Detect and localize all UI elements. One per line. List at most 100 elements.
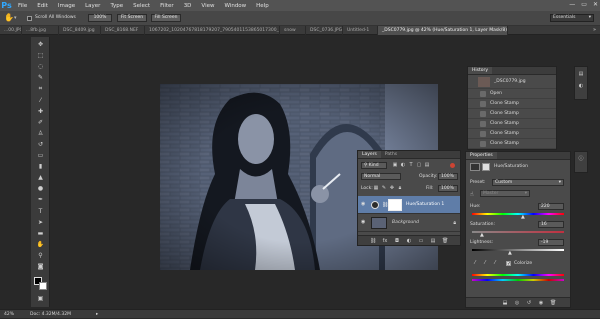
visibility-eye-icon[interactable]: ◉ — [361, 220, 366, 225]
hue-slider-track[interactable] — [472, 213, 564, 215]
brush-tool-icon[interactable]: ✐ — [36, 119, 45, 126]
eyedropper-tool-icon[interactable]: ⁄ — [36, 97, 45, 104]
fill-screen-button[interactable]: Fill Screen — [151, 14, 181, 22]
history-brush-tool-icon[interactable]: ↺ — [36, 141, 45, 148]
saturation-slider-thumb[interactable]: ▲ — [480, 232, 484, 238]
lightness-slider-thumb[interactable]: ▲ — [508, 250, 512, 256]
menu-select[interactable]: Select — [128, 3, 155, 9]
filter-type-icon[interactable]: T — [408, 162, 414, 168]
pen-tool-icon[interactable]: ✒ — [36, 196, 45, 203]
tab-paths[interactable]: Paths — [381, 151, 401, 158]
doc-tab[interactable]: snow — [280, 26, 306, 35]
layer-row[interactable]: ◉ ⛓ Hue/Saturation 1 — [358, 196, 460, 214]
marquee-tool-icon[interactable]: ⬚ — [36, 52, 45, 59]
menu-3d[interactable]: 3D — [179, 3, 197, 9]
mask-properties-icon[interactable] — [482, 163, 490, 171]
fx-icon[interactable]: fx — [382, 238, 388, 244]
doc-tab[interactable]: ...8fb.jpg — [22, 26, 59, 35]
reset-icon[interactable]: ↺ — [526, 300, 532, 306]
type-tool-icon[interactable]: T — [36, 208, 45, 215]
blur-tool-icon[interactable]: ▲ — [36, 174, 45, 181]
lock-all-icon[interactable]: 🔒︎ — [397, 185, 403, 191]
opacity-field[interactable]: 100% — [438, 173, 458, 180]
doc-tab[interactable]: DSC_0736.JPG — [306, 26, 343, 35]
doc-tab[interactable]: ...00.JPG — [0, 26, 22, 35]
link-icon[interactable]: ⛓ — [370, 238, 376, 244]
background-color-swatch[interactable] — [39, 282, 47, 290]
eyedropper-minus-icon[interactable]: ⁄ — [492, 260, 498, 266]
history-item[interactable]: Clone Stamp — [468, 129, 556, 139]
history-snapshot[interactable]: _DSC0779.jpg — [468, 75, 556, 89]
lightness-slider-track[interactable] — [472, 249, 564, 251]
zoom-tool-icon[interactable]: ⚲ — [36, 252, 45, 259]
move-tool-icon[interactable]: ✥ — [36, 41, 45, 48]
folder-icon[interactable]: ▭ — [418, 238, 424, 244]
history-item[interactable]: Clone Stamp — [468, 109, 556, 119]
lasso-tool-icon[interactable]: ◌ — [36, 63, 45, 70]
filter-pixel-icon[interactable]: ▣ — [392, 162, 398, 168]
doc-tab[interactable]: DSC_8409.jpg — [59, 26, 101, 35]
view-previous-icon[interactable]: ◎ — [514, 300, 520, 306]
history-item[interactable]: Clone Stamp — [468, 119, 556, 129]
history-item[interactable]: Clone Stamp — [468, 99, 556, 109]
maximize-icon[interactable]: ▭ — [581, 1, 587, 8]
layer-filter-select[interactable]: ⚲ Kind — [361, 162, 387, 169]
quick-select-tool-icon[interactable]: ✎ — [36, 74, 45, 81]
menu-filter[interactable]: Filter — [155, 3, 179, 9]
tabs-overflow-icon[interactable]: » — [593, 26, 596, 35]
screen-mode-icon[interactable]: ▣ — [36, 295, 45, 302]
new-layer-icon[interactable]: ▤ — [430, 238, 436, 244]
layer-row[interactable]: ◉ Background 🔒︎ — [358, 214, 460, 232]
info-panel-icon[interactable]: ⓘ — [578, 156, 584, 162]
trash-icon[interactable]: 🗑︎ — [550, 300, 556, 306]
lock-position-icon[interactable]: ✥ — [389, 185, 395, 191]
blend-mode-select[interactable]: Normal — [361, 173, 401, 180]
menu-layer[interactable]: Layer — [80, 3, 105, 9]
history-item[interactable]: Clone Stamp — [468, 139, 556, 149]
fill-field[interactable]: 100% — [438, 185, 458, 192]
doc-tab[interactable]: DSC_8168.NEF — [101, 26, 145, 35]
lock-image-icon[interactable]: ✎ — [381, 185, 387, 191]
doc-tab[interactable]: 1067202_10204767818179207_79054011538650… — [145, 26, 280, 35]
menu-image[interactable]: Image — [53, 3, 80, 9]
scroll-all-checkbox[interactable] — [27, 16, 32, 21]
lightness-field[interactable]: -19 — [538, 239, 564, 246]
minimize-icon[interactable]: — — [569, 1, 575, 8]
filter-toggle-icon[interactable] — [450, 163, 455, 168]
eraser-tool-icon[interactable]: ▭ — [36, 152, 45, 159]
trash-icon[interactable]: 🗑︎ — [442, 238, 448, 244]
tab-history[interactable]: History — [468, 67, 493, 74]
menu-view[interactable]: View — [196, 3, 219, 9]
clone-stamp-tool-icon[interactable]: ♙ — [36, 130, 45, 137]
doc-tab[interactable]: Untitled-1 — [343, 26, 378, 35]
crop-tool-icon[interactable]: ⌗ — [36, 85, 45, 92]
menu-window[interactable]: Window — [219, 3, 251, 9]
visibility-eye-icon[interactable]: ◉ — [361, 202, 366, 207]
eyedropper-icon[interactable]: ⁄ — [472, 260, 478, 266]
adjustment-icon[interactable]: ◐ — [406, 238, 412, 244]
colorize-checkbox[interactable]: ✓ — [506, 261, 511, 267]
filter-adjustment-icon[interactable]: ◐ — [400, 162, 406, 168]
eyedropper-plus-icon[interactable]: ⁄ — [482, 260, 488, 266]
fit-screen-button[interactable]: Fit Screen — [117, 14, 147, 22]
dodge-tool-icon[interactable]: ● — [36, 185, 45, 192]
clip-to-layer-icon[interactable]: ⬓ — [502, 300, 508, 306]
menu-type[interactable]: Type — [105, 3, 128, 9]
mask-icon[interactable]: ◘ — [394, 238, 400, 244]
doc-tab-active[interactable]: _DSC0779.jpg @ 42% (Hue/Saturation 1, La… — [378, 26, 508, 35]
tab-properties[interactable]: Properties — [466, 152, 497, 159]
tab-layers[interactable]: Layers — [358, 151, 381, 158]
tool-preset-chevron-icon[interactable]: ▾ — [14, 15, 17, 21]
channel-select[interactable]: Master ▾ — [480, 190, 530, 197]
preset-select[interactable]: Custom ▾ — [492, 179, 564, 186]
lock-transparent-icon[interactable]: ▦ — [373, 185, 379, 191]
path-select-tool-icon[interactable]: ➤ — [36, 219, 45, 226]
workspace-select[interactable]: Essentials ▾ — [550, 14, 594, 22]
visibility-eye-icon[interactable]: ◉ — [538, 300, 544, 306]
zoom-100-button[interactable]: 100% — [88, 14, 112, 22]
saturation-field[interactable]: 16 — [538, 221, 564, 228]
healing-brush-tool-icon[interactable]: ✚ — [36, 108, 45, 115]
shape-tool-icon[interactable]: ▬ — [36, 230, 45, 237]
saturation-slider-track[interactable] — [472, 231, 564, 233]
history-panel-icon[interactable]: ▤ — [578, 71, 584, 77]
